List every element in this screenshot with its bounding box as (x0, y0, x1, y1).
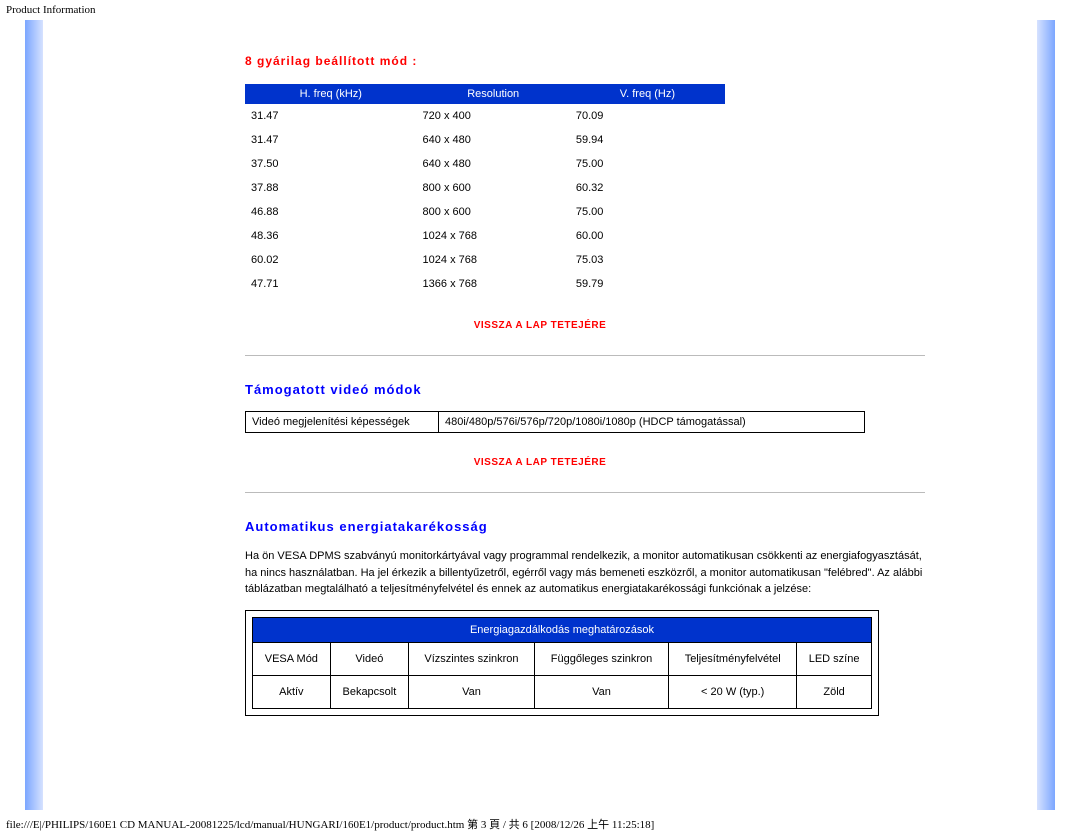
table-row: AktívBekapcsoltVanVan< 20 W (typ.)Zöld (253, 675, 872, 708)
section-divider (245, 492, 925, 493)
right-gradient-bar (1037, 20, 1055, 810)
table-row: 37.88800 x 60060.32 (245, 176, 725, 200)
table-row: 48.361024 x 76860.00 (245, 224, 725, 248)
back-to-top-link[interactable]: VISSZA A LAP TETEJÉRE (474, 320, 607, 331)
factory-modes-table: H. freq (kHz) Resolution V. freq (Hz) 31… (245, 84, 725, 296)
energy-col-header: Videó (330, 642, 408, 675)
back-to-top-link[interactable]: VISSZA A LAP TETEJÉRE (474, 457, 607, 468)
table-row: Videó megjelenítési képességek 480i/480p… (246, 412, 865, 433)
energy-table-caption: Energiagazdálkodás meghatározások (253, 617, 872, 642)
col-h-freq: H. freq (kHz) (245, 84, 417, 104)
factory-modes-heading: 8 gyárilag beállított mód : (245, 54, 835, 68)
page-title: Product Information (0, 0, 1080, 20)
table-row: 37.50640 x 48075.00 (245, 152, 725, 176)
energy-col-header: Függőleges szinkron (534, 642, 668, 675)
table-row: 31.47640 x 48059.94 (245, 128, 725, 152)
power-saving-paragraph: Ha ön VESA DPMS szabványú monitorkártyáv… (245, 548, 925, 598)
energy-table-wrapper: Energiagazdálkodás meghatározások VESA M… (245, 610, 879, 716)
table-row: 31.47720 x 40070.09 (245, 104, 725, 128)
video-modes-table: Videó megjelenítési képességek 480i/480p… (245, 411, 865, 433)
energy-col-header: Vízszintes szinkron (409, 642, 535, 675)
col-v-freq: V. freq (Hz) (570, 84, 725, 104)
table-row: 46.88800 x 60075.00 (245, 200, 725, 224)
energy-col-header: VESA Mód (253, 642, 331, 675)
left-gradient-bar (25, 20, 43, 810)
table-row: 47.711366 x 76859.79 (245, 272, 725, 296)
energy-col-header: LED színe (797, 642, 872, 675)
energy-table: Energiagazdálkodás meghatározások VESA M… (252, 617, 872, 709)
table-row: 60.021024 x 76875.03 (245, 248, 725, 272)
col-resolution: Resolution (417, 84, 570, 104)
main-content: 8 gyárilag beállított mód : H. freq (kHz… (65, 20, 1015, 736)
energy-col-header: Teljesítményfelvétel (669, 642, 797, 675)
power-saving-heading: Automatikus energiatakarékosság (245, 519, 835, 534)
video-capabilities-label: Videó megjelenítési képességek (246, 412, 439, 433)
section-divider (245, 355, 925, 356)
video-modes-heading: Támogatott videó módok (245, 382, 835, 397)
video-capabilities-value: 480i/480p/576i/576p/720p/1080i/1080p (HD… (439, 412, 865, 433)
